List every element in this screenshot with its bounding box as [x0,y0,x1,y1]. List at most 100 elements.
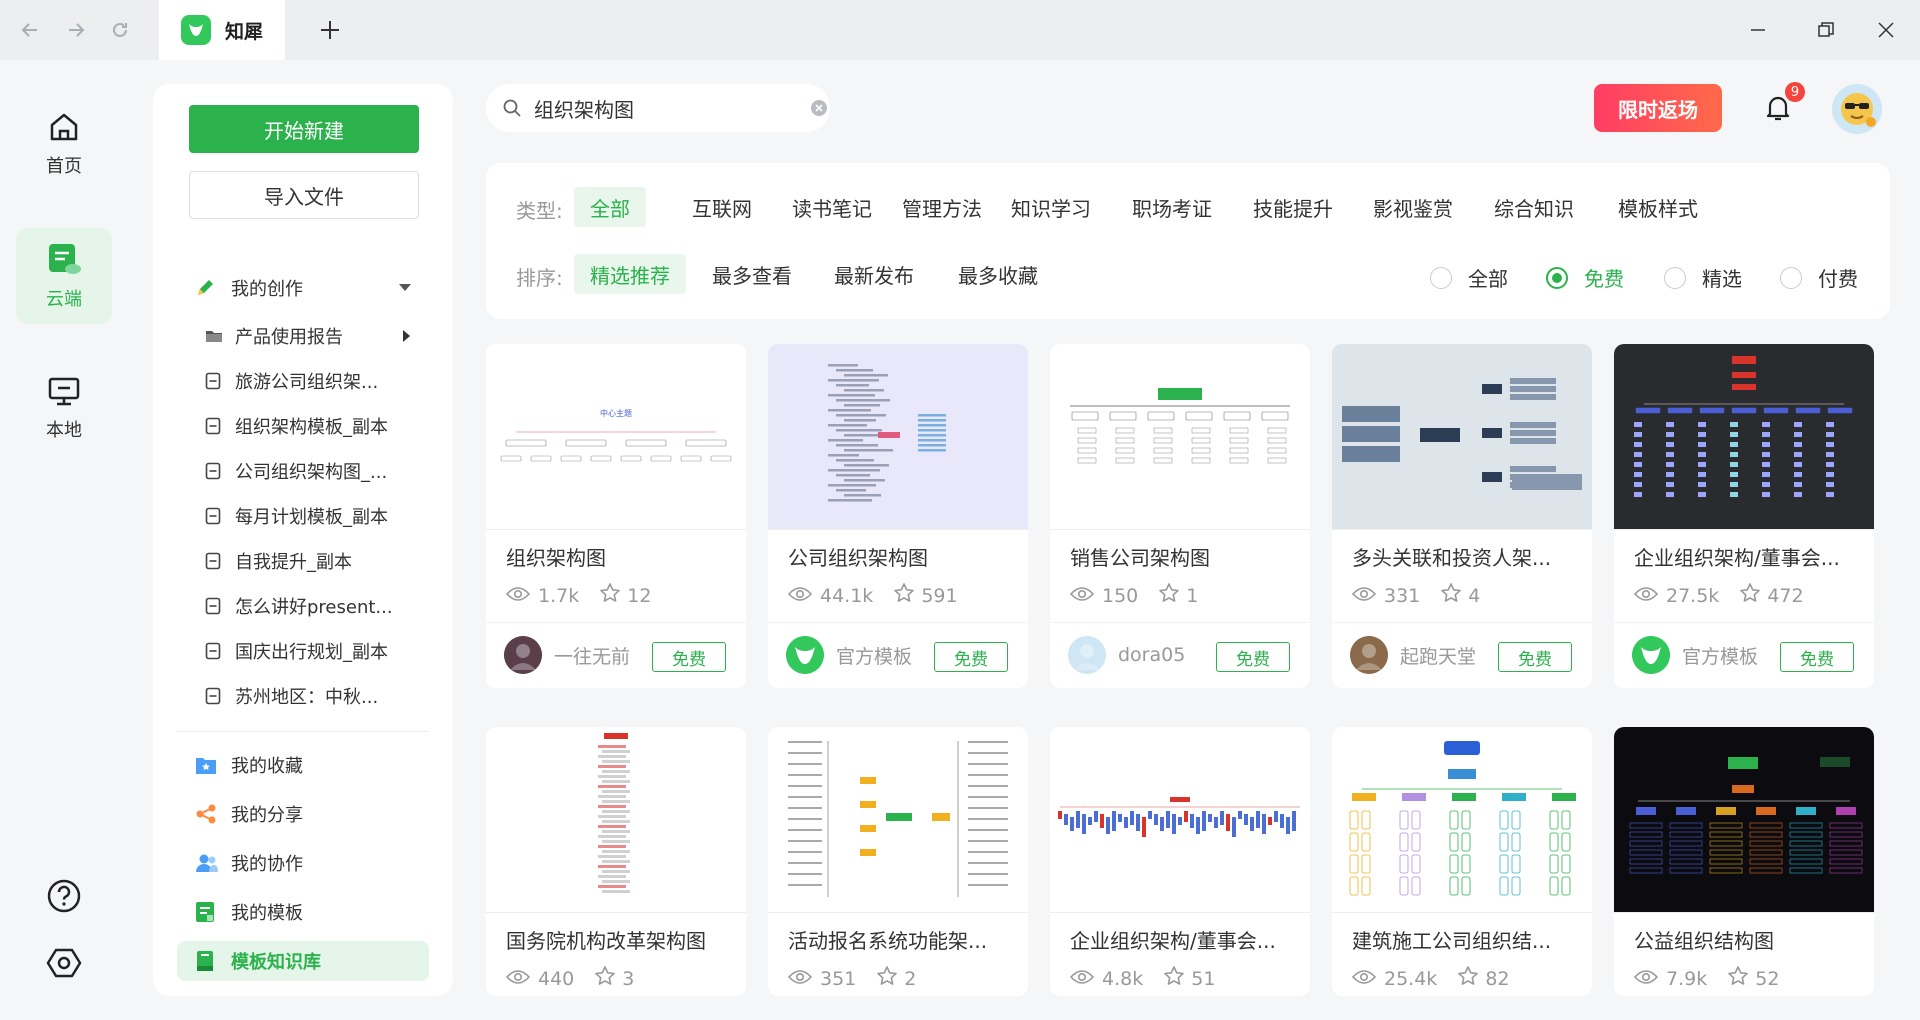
document-icon [205,552,221,570]
price-radio[interactable]: 付费 [1780,263,1858,292]
side-menu-star-folder[interactable]: 我的收藏 [153,745,453,785]
card-author[interactable]: 官方模板 [1632,636,1758,674]
promo-button[interactable]: 限时返场 [1594,84,1722,132]
card-divider [1050,529,1310,530]
free-tag: 免费 [1216,642,1290,672]
folder-item[interactable]: 国庆出行规划_副本 [153,631,453,671]
my-creation-header[interactable]: 我的创作 [153,268,453,308]
template-thumbnail[interactable] [486,727,746,912]
sort-chip[interactable]: 最多收藏 [942,254,1054,294]
template-thumbnail[interactable] [1614,727,1874,912]
price-radio-label: 精选 [1702,267,1742,291]
card-divider [486,912,746,913]
restore-icon[interactable] [1806,14,1846,46]
refresh-icon[interactable] [104,14,136,46]
library-icon [195,950,215,972]
star-icon [1158,582,1180,609]
nav-local[interactable]: 本地 [16,360,112,456]
settings-icon[interactable] [46,945,82,985]
type-chip[interactable]: 职场考证 [1116,187,1228,227]
folder-item[interactable]: 苏州地区：中秋... [153,676,453,716]
template-thumbnail[interactable] [1332,727,1592,912]
type-chip[interactable]: 全部 [574,187,646,227]
type-chip[interactable]: 互联网 [676,187,768,227]
radio-dot [1430,266,1452,289]
sort-chip[interactable]: 精选推荐 [574,254,686,294]
template-card[interactable]: 活动报名系统功能架... 351 2 [768,727,1028,996]
price-radio[interactable]: 免费 [1546,263,1624,292]
price-radio[interactable]: 精选 [1664,263,1742,292]
minimize-icon[interactable] [1738,14,1778,46]
template-thumbnail[interactable] [768,344,1028,529]
template-card[interactable]: 企业组织架构/董事会... 27.5k 472 官方模板 免费 [1614,344,1874,688]
folder-item[interactable]: 公司组织架构图_... [153,451,453,491]
folder-item[interactable]: 旅游公司组织架... [153,361,453,401]
side-menu-share[interactable]: 我的分享 [153,794,453,834]
type-chip[interactable]: 综合知识 [1478,187,1590,227]
type-chip[interactable]: 模板样式 [1602,187,1714,227]
nav-home[interactable]: 首页 [16,96,112,192]
folder-item[interactable]: 组织架构模板_副本 [153,406,453,446]
template-thumbnail[interactable] [1332,344,1592,529]
side-menu-template[interactable]: 我的模板 [153,892,453,932]
price-radio-label: 全部 [1468,267,1508,291]
template-card[interactable]: 国务院机构改革架构图 440 3 [486,727,746,996]
type-chip[interactable]: 管理方法 [886,187,998,227]
clear-search-icon[interactable] [811,100,827,120]
type-chip[interactable]: 技能提升 [1237,187,1349,227]
folder-item[interactable]: 自我提升_副本 [153,541,453,581]
template-card[interactable]: 企业组织架构/董事会... 4.8k 51 [1050,727,1310,996]
template-thumbnail[interactable] [1050,727,1310,912]
view-count: 351 [820,967,857,990]
close-icon[interactable] [1866,14,1906,46]
forward-icon[interactable] [60,14,92,46]
template-thumbnail[interactable]: 中心主题 [486,344,746,529]
template-thumbnail[interactable] [1614,344,1874,529]
folder-item[interactable]: 每月计划模板_副本 [153,496,453,536]
card-author[interactable]: 官方模板 [786,636,912,674]
template-card[interactable]: 多头关联和投资人架... 331 4 起跑天堂 免费 [1332,344,1592,688]
nav-cloud[interactable]: 云端 [16,228,112,324]
folder-item[interactable]: 怎么讲好present... [153,586,453,626]
side-menu-label: 我的收藏 [231,756,303,777]
search-input[interactable]: 组织架构图 [534,94,634,123]
side-menu-collab[interactable]: 我的协作 [153,843,453,883]
back-icon[interactable] [14,14,46,46]
type-chip[interactable]: 读书笔记 [776,187,888,227]
eye-icon [1633,968,1659,990]
sort-chip[interactable]: 最新发布 [818,254,930,294]
template-thumbnail[interactable] [768,727,1028,912]
type-chip[interactable]: 影视鉴赏 [1357,187,1469,227]
new-file-button[interactable]: 开始新建 [189,105,419,153]
folder-item-label: 旅游公司组织架... [235,372,379,393]
caret-right-icon [403,330,411,342]
folder-item-label: 国庆出行规划_副本 [235,642,388,663]
template-card[interactable]: 建筑施工公司组织结... 25.4k 82 [1332,727,1592,996]
template-card[interactable]: 销售公司架构图 150 1 dora05 免费 [1050,344,1310,688]
folder-icon [205,328,223,344]
app-tab[interactable]: 知犀 [159,0,285,60]
sort-chip[interactable]: 最多查看 [696,254,808,294]
card-author[interactable]: 起跑天堂 [1350,636,1476,674]
template-thumbnail[interactable] [1050,344,1310,529]
template-card[interactable]: 中心主题 组织架构图 1.7k 12 一往无前 免费 [486,344,746,688]
help-icon[interactable] [46,878,82,918]
card-stats: 351 2 [787,965,916,992]
card-author[interactable]: dora05 [1068,636,1185,674]
type-chip[interactable]: 知识学习 [995,187,1107,227]
card-title: 建筑施工公司组织结... [1352,929,1552,953]
avatar[interactable] [1832,84,1882,134]
folder-item-label: 公司组织架构图_... [235,462,388,483]
search-bar[interactable]: 组织架构图 [486,84,830,132]
new-tab-button[interactable] [312,12,348,48]
folder-item[interactable]: 产品使用报告 [153,316,453,356]
card-divider [1332,529,1592,530]
import-file-button[interactable]: 导入文件 [189,171,419,219]
template-card[interactable]: 公司组织架构图 44.1k 591 官方模板 免费 [768,344,1028,688]
side-menu-library[interactable]: 模板知识库 [177,941,429,981]
star-icon [1163,965,1185,992]
monitor-icon [48,377,80,406]
card-author[interactable]: 一往无前 [504,636,630,674]
price-radio[interactable]: 全部 [1430,263,1508,292]
template-card[interactable]: 公益组织结构图 7.9k 52 [1614,727,1874,996]
